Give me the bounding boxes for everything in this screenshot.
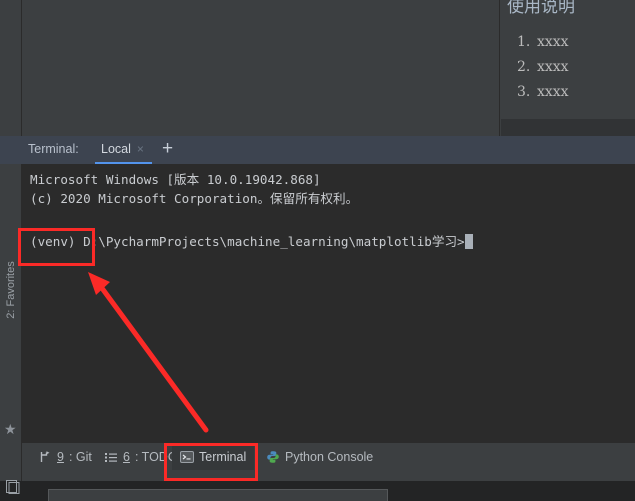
plus-icon[interactable]: +	[162, 139, 173, 159]
list-item-text: xxxx	[537, 84, 569, 100]
toolbar-button-todo-key: 6	[123, 449, 130, 464]
toolbar-button-git-label: : Git	[68, 449, 92, 464]
star-icon: ★	[4, 421, 17, 437]
usage-instructions-panel: 使用说明 1. xxxx 2. xxxx 3. xxxx	[501, 0, 635, 119]
list-item-number: 1.	[517, 34, 531, 50]
usage-instructions-list: 1. xxxx 2. xxxx 3. xxxx	[517, 30, 569, 105]
terminal-tabbar: Terminal: Local × +	[0, 136, 635, 164]
list-icon	[104, 450, 118, 464]
pycharm-window: 使用说明 1. xxxx 2. xxxx 3. xxxx Terminal: Loca…	[0, 0, 635, 501]
list-item: 1. xxxx	[517, 30, 569, 55]
terminal-prompt-path: D:\PycharmProjects\machine_learning\matp…	[83, 234, 465, 249]
tab-local-label: Local	[101, 142, 131, 156]
toolbar-button-git[interactable]: 9 : Git	[30, 443, 100, 470]
sidebar-item-favorites-label: 2: Favorites	[5, 261, 17, 319]
left-tool-rail-top	[0, 0, 22, 136]
venv-indicator: (venv)	[30, 234, 84, 249]
list-item: 3. xxxx	[517, 80, 569, 105]
toolbar-button-python-console[interactable]: Python Console	[258, 443, 381, 470]
tab-local[interactable]: Local ×	[95, 136, 152, 164]
favorites-strip[interactable]: 2: Favorites ★	[0, 164, 22, 443]
panel-toggle-icon[interactable]	[6, 480, 20, 494]
usage-panel-footer-band	[501, 119, 635, 136]
toolbar-button-python-console-label: Python Console	[285, 449, 374, 464]
list-item-number: 3.	[517, 84, 531, 100]
editor-canvas[interactable]	[22, 0, 500, 136]
list-item: 2. xxxx	[517, 55, 569, 80]
toolbar-button-terminal-label: Terminal	[199, 449, 247, 464]
toolbar-button-terminal[interactable]: Terminal	[172, 443, 255, 470]
terminal-cursor	[464, 234, 473, 249]
annotation-arrow	[88, 272, 209, 433]
terminal-line-1: Microsoft Windows [版本 10.0.19042.868]	[30, 172, 321, 187]
left-tool-rail-terminal: 2: Favorites ★	[0, 164, 22, 443]
close-icon[interactable]: ×	[137, 142, 144, 156]
bottom-panel-hint	[48, 489, 388, 501]
git-branch-icon	[38, 450, 52, 464]
python-icon	[266, 450, 280, 464]
bottom-toolbar: 9: Git 6: TODO Terminal Python Console	[0, 443, 635, 481]
usage-panel-title: 使用说明	[507, 0, 575, 17]
editor-region: 使用说明 1. xxxx 2. xxxx 3. xxxx	[0, 0, 635, 136]
list-item-text: xxxx	[537, 59, 569, 75]
terminal-prompt-line: (venv) D:\PycharmProjects\machine_learni…	[30, 234, 473, 249]
terminal-panel-label: Terminal:	[28, 142, 79, 156]
terminal-line-2: (c) 2020 Microsoft Corporation。保留所有权利。	[30, 191, 359, 206]
terminal-icon	[180, 450, 194, 464]
toolbar-button-git-key: 9	[57, 449, 64, 464]
tabbar-left-rail	[0, 136, 22, 164]
list-item-text: xxxx	[537, 34, 569, 50]
list-item-number: 2.	[517, 59, 531, 75]
statusbar-left-rail	[0, 443, 22, 481]
